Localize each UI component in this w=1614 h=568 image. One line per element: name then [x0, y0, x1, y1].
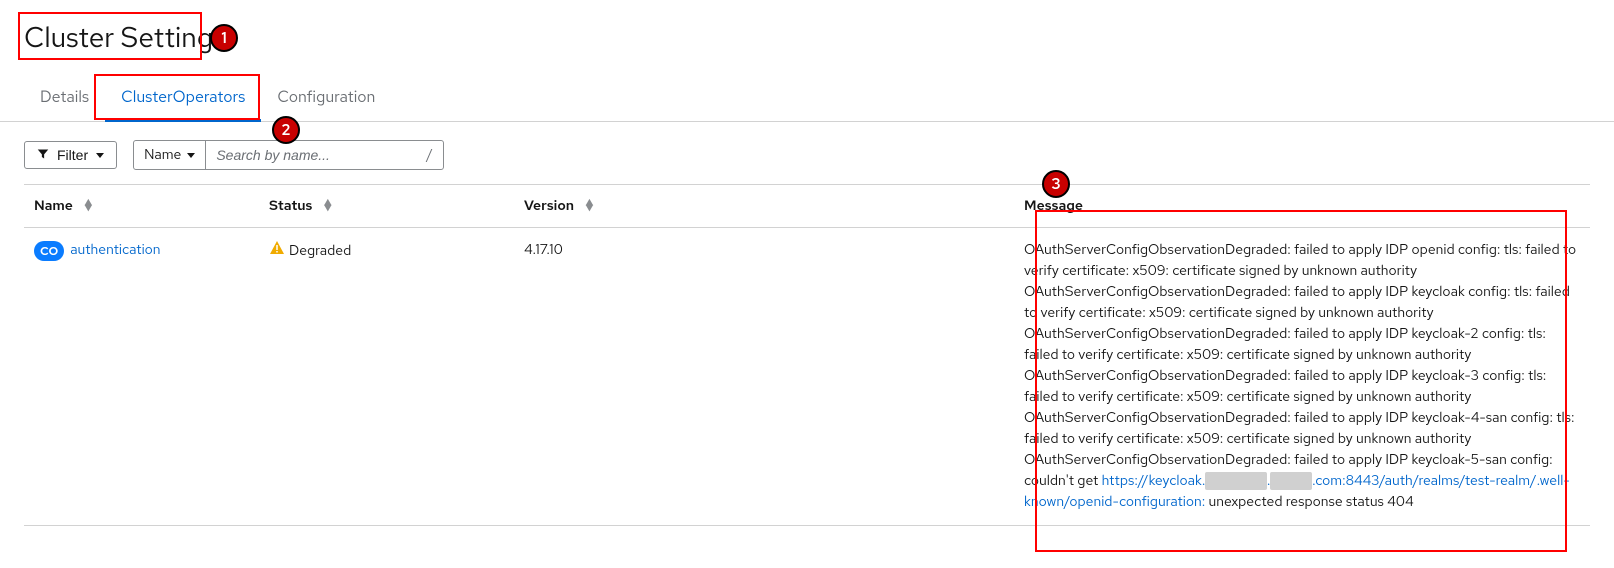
col-header-version-label: Version: [524, 197, 574, 215]
search-attribute-select[interactable]: Name: [134, 141, 206, 169]
col-header-status[interactable]: Status ▲▼: [259, 185, 514, 228]
filter-icon: [37, 148, 49, 163]
version-cell: 4.17.10: [514, 228, 1014, 526]
table-row: CO authentication Degraded 4.17.10 OAuthS…: [24, 228, 1590, 526]
tab-cluster-operators[interactable]: ClusterOperators: [105, 76, 261, 122]
sort-icon: ▲▼: [585, 200, 594, 213]
resource-badge: CO: [34, 241, 64, 261]
caret-down-icon: [96, 153, 104, 158]
sort-icon: ▲▼: [323, 200, 332, 213]
warning-icon: [269, 240, 285, 263]
col-header-message-label: Message: [1024, 197, 1083, 215]
filter-button-label: Filter: [57, 147, 88, 163]
tabs: Details ClusterOperators Configuration: [0, 76, 1614, 122]
tab-details[interactable]: Details: [24, 76, 105, 121]
operators-table: Name ▲▼ Status ▲▼ Version ▲▼ Message CO a…: [24, 184, 1590, 526]
operator-name-link[interactable]: authentication: [70, 241, 160, 259]
col-header-status-label: Status: [269, 197, 312, 215]
col-header-version[interactable]: Version ▲▼: [514, 185, 1014, 228]
search-attribute-label: Name: [144, 146, 181, 164]
message-text: OAuthServerConfigObservationDegraded: fa…: [1024, 241, 1576, 490]
search-input[interactable]: [206, 141, 416, 169]
toolbar: Filter Name /: [0, 122, 1614, 184]
message-text-tail: unexpected response status 404: [1205, 493, 1413, 511]
col-header-message: Message: [1014, 185, 1590, 228]
col-header-name-label: Name: [34, 197, 73, 215]
col-header-name[interactable]: Name ▲▼: [24, 185, 259, 228]
tab-configuration[interactable]: Configuration: [261, 76, 391, 121]
status-text: Degraded: [289, 242, 351, 260]
caret-down-icon: [187, 153, 195, 158]
filter-button[interactable]: Filter: [24, 141, 117, 169]
search-group: Name /: [133, 140, 444, 170]
sort-icon: ▲▼: [84, 200, 93, 213]
message-cell: OAuthServerConfigObservationDegraded: fa…: [1014, 228, 1590, 526]
page-title: Cluster Settings: [0, 0, 1614, 68]
search-slash-hint: /: [416, 141, 443, 169]
